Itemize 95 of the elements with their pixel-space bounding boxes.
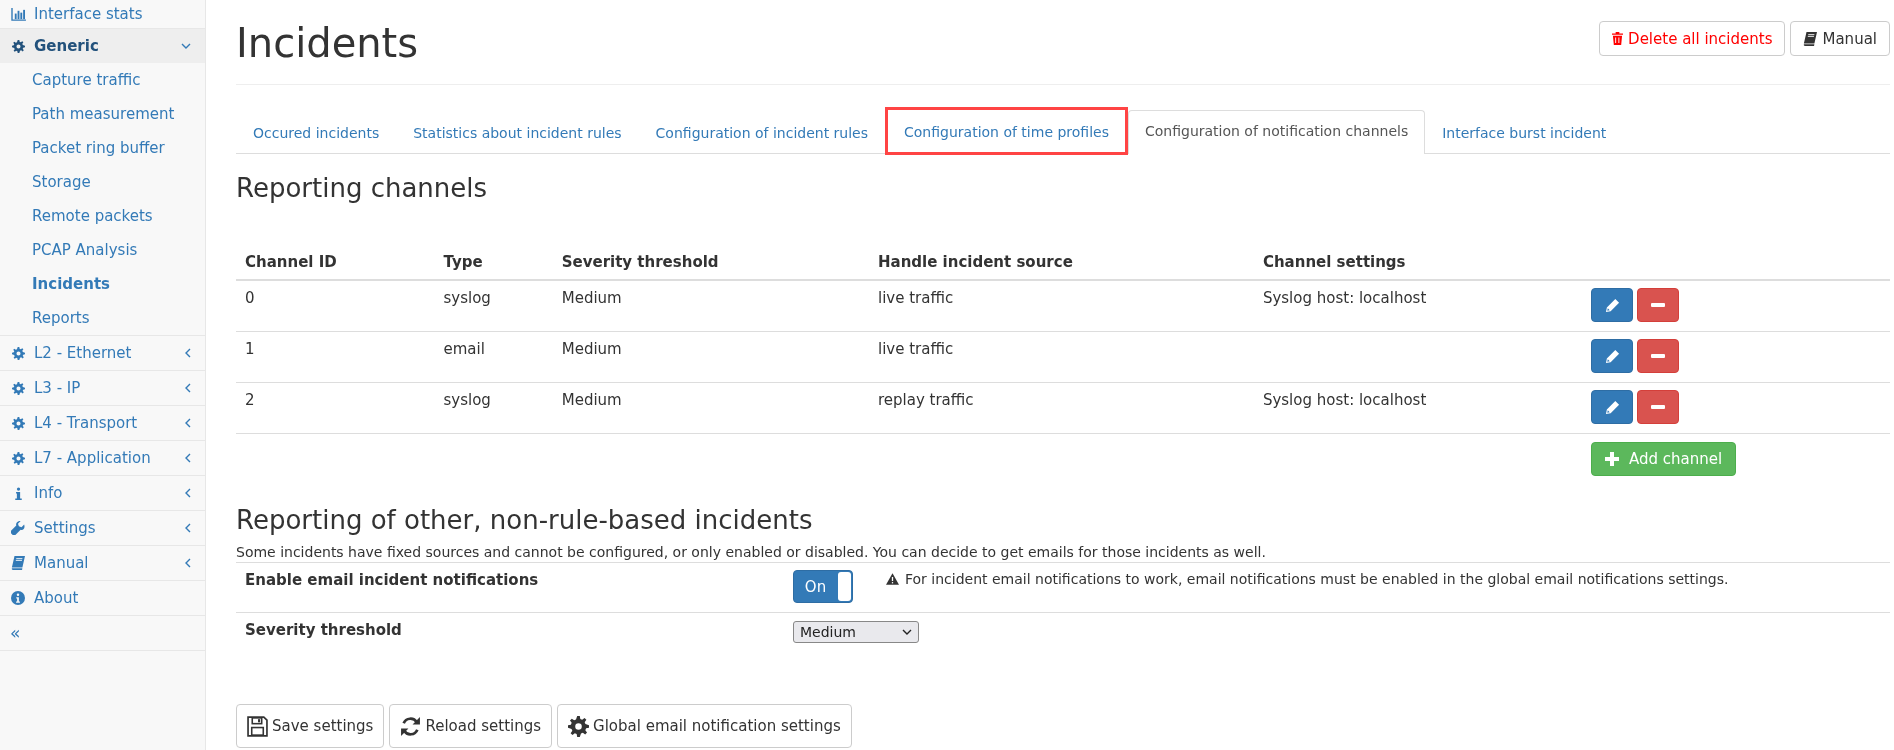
tab[interactable]: Configuration of incident rules xyxy=(638,112,886,154)
manual-button[interactable]: Manual xyxy=(1790,21,1890,56)
sidebar-subitem[interactable]: Incidents xyxy=(0,267,205,301)
sidebar-subitem[interactable]: Remote packets xyxy=(0,199,205,233)
edit-button[interactable] xyxy=(1591,339,1633,373)
tab[interactable]: Interface burst incident xyxy=(1425,112,1624,154)
table-cell: live traffic xyxy=(877,289,954,307)
plus-icon xyxy=(1605,452,1619,466)
delete-all-button[interactable]: Delete all incidents xyxy=(1599,21,1786,56)
gear-icon xyxy=(10,451,26,465)
info-circle-icon xyxy=(10,591,26,605)
tab[interactable]: Configuration of time profiles xyxy=(885,107,1128,155)
table-cell: Syslog host: localhost xyxy=(1262,289,1427,307)
tab[interactable]: Occured incidents xyxy=(236,112,397,154)
sidebar-item[interactable]: Generic xyxy=(0,28,205,63)
sidebar-item[interactable]: Info xyxy=(0,475,205,510)
sidebar-item[interactable]: L4 - Transport xyxy=(0,405,205,440)
sidebar-subitem[interactable]: PCAP Analysis xyxy=(0,233,205,267)
pencil-icon xyxy=(1604,297,1620,313)
setting-label: Severity threshold xyxy=(245,621,403,641)
description-text: Some incidents have fixed sources and cannot be configured, or only enabled or disabled. You can decide to get emails for those incidents as well. xyxy=(236,544,1267,560)
column-header: Channel settings xyxy=(1253,244,1582,280)
chart-icon xyxy=(10,7,26,21)
table-cell: Medium xyxy=(561,391,622,409)
footer-button[interactable]: Global email notification settings xyxy=(557,704,852,748)
toggle-switch[interactable]: On xyxy=(793,570,853,603)
page-title: Incidents xyxy=(236,20,419,66)
sidebar-subitem[interactable]: Path measurement xyxy=(0,97,205,131)
sidebar-item[interactable]: L3 - IP xyxy=(0,370,205,405)
minus-icon xyxy=(1651,354,1665,358)
tab[interactable]: Statistics about incident rules xyxy=(396,112,639,154)
edit-button[interactable] xyxy=(1591,390,1633,424)
reload-icon xyxy=(400,715,422,737)
wrench-icon xyxy=(10,521,26,535)
chevron-left-icon xyxy=(185,558,191,568)
chevron-down-icon xyxy=(181,43,191,49)
trash-icon xyxy=(1612,32,1624,45)
table-cell: syslog xyxy=(443,289,491,307)
gear-icon xyxy=(10,346,26,360)
settings-icon xyxy=(568,715,590,737)
tab[interactable]: Configuration of notification channels xyxy=(1127,110,1426,154)
setting-label: Enable email incident notifications xyxy=(245,571,540,591)
pencil-icon xyxy=(1604,348,1620,364)
minus-icon xyxy=(1651,405,1665,409)
pencil-icon xyxy=(1604,399,1620,415)
sidebar-item[interactable]: Manual xyxy=(0,545,205,580)
section-heading: Reporting of other, non-rule-based incidents xyxy=(236,504,814,536)
sidebar-item[interactable]: Settings xyxy=(0,510,205,545)
table-cell: Syslog host: localhost xyxy=(1262,391,1427,409)
book-icon xyxy=(10,556,26,570)
sidebar-subitem[interactable]: Reports xyxy=(0,301,205,335)
chevron-left-icon xyxy=(185,383,191,393)
sidebar-item[interactable]: L2 - Ethernet xyxy=(0,335,205,370)
footer-button[interactable]: Reload settings xyxy=(389,704,553,748)
warning-text: For incident email notifications to work, email notifications must be enabled in the global email notifications settings. xyxy=(905,571,1729,587)
section-heading: Reporting channels xyxy=(236,172,489,204)
table-cell: replay traffic xyxy=(877,391,974,409)
gear-icon xyxy=(10,381,26,395)
sidebar-subitem[interactable]: Packet ring buffer xyxy=(0,131,205,165)
table-cell: syslog xyxy=(443,391,491,409)
table-cell: 0 xyxy=(245,289,255,307)
column-header: Severity threshold xyxy=(552,244,869,280)
sidebar-subitem[interactable]: Storage xyxy=(0,165,205,199)
severity-dropdown[interactable]: Medium xyxy=(793,621,919,643)
sidebar-item[interactable]: Interface stats xyxy=(0,0,205,28)
footer-button[interactable]: Save settings xyxy=(236,704,385,748)
table-cell: live traffic xyxy=(877,340,954,358)
chevron-left-icon xyxy=(185,348,191,358)
remove-button[interactable] xyxy=(1637,390,1679,424)
collapse-sidebar-button[interactable]: « xyxy=(0,615,205,651)
table-cell: Medium xyxy=(561,289,622,307)
sidebar-subitem[interactable]: Capture traffic xyxy=(0,63,205,97)
sidebar-item[interactable]: About xyxy=(0,580,205,615)
chevron-left-icon xyxy=(185,453,191,463)
table-cell: 1 xyxy=(245,340,255,358)
table-cell: Medium xyxy=(561,340,622,358)
add-channel-button[interactable]: Add channel xyxy=(1591,442,1737,476)
chevron-left-icon xyxy=(185,418,191,428)
column-header: Type xyxy=(434,244,553,280)
caret-icon xyxy=(902,629,912,635)
remove-button[interactable] xyxy=(1637,339,1679,373)
table-cell: email xyxy=(443,340,485,358)
chevron-left-icon xyxy=(185,523,191,533)
table-cell: 2 xyxy=(245,391,255,409)
gear-icon xyxy=(10,39,26,53)
column-header: Channel ID xyxy=(236,244,435,280)
minus-icon xyxy=(1651,303,1665,307)
sidebar-item[interactable]: L7 - Application xyxy=(0,440,205,475)
chevron-left-icon xyxy=(185,488,191,498)
column-header: Handle incident source xyxy=(868,244,1254,280)
book-icon xyxy=(1803,31,1818,46)
warning-icon xyxy=(886,573,899,585)
gear-icon xyxy=(10,416,26,430)
edit-button[interactable] xyxy=(1591,288,1633,322)
remove-button[interactable] xyxy=(1637,288,1679,322)
